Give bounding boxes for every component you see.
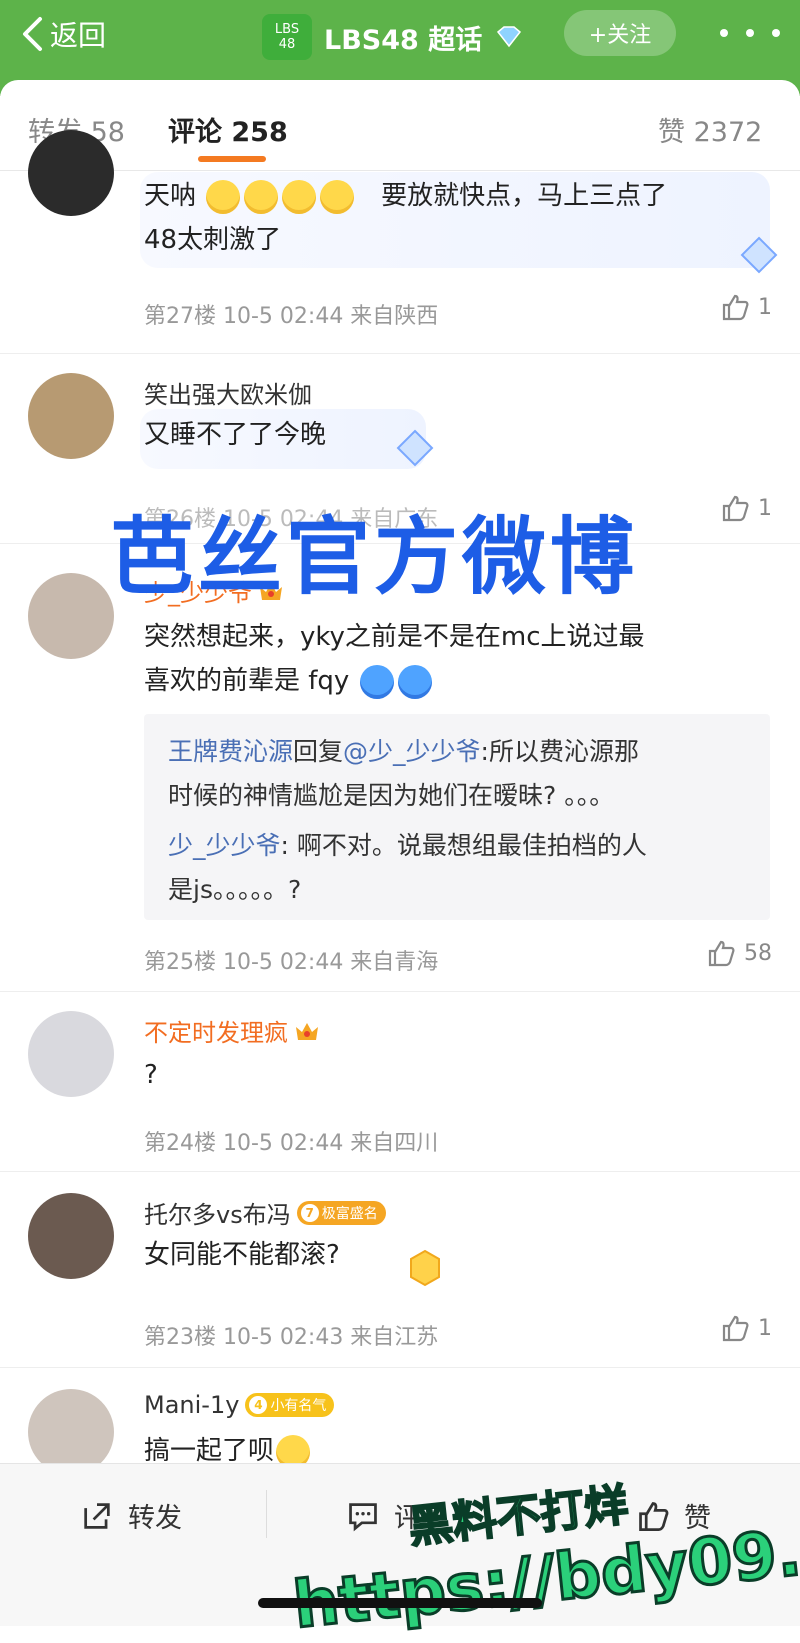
reply-item: 王牌费沁源回复@少_少少爷:所以费沁源那 时候的神情尴尬是因为她们在暧昧? 。。…: [168, 737, 639, 810]
comment-actions: 1: [652, 292, 772, 322]
comment-username[interactable]: 不定时发理疯: [144, 1013, 320, 1048]
emoji-icon: [397, 664, 432, 699]
watermark-text: 芭丝官方微博: [110, 508, 639, 606]
more-options-icon[interactable]: [720, 18, 780, 48]
like-button[interactable]: 1: [720, 292, 772, 322]
comment-meta: 第27楼 10-5 02:44 来自陕西: [144, 304, 439, 329]
tab-bar: 转发 58 评论 258 赞 2372: [0, 80, 800, 171]
comment-item: 不定时发理疯 ? 第24楼 10-5 02:44 来自四川: [0, 991, 800, 1172]
thumbs-up-icon: [639, 1501, 669, 1531]
comment-meta: 第23楼 10-5 02:43 来自江苏: [144, 1325, 439, 1350]
comment-icon: [349, 1502, 377, 1531]
avatar[interactable]: [28, 1193, 114, 1279]
avatar[interactable]: [28, 1011, 114, 1097]
back-button[interactable]: 返回: [20, 14, 106, 54]
emoji-icon: [320, 179, 355, 214]
level-badge: 7 极富盛名: [296, 1200, 386, 1225]
page-title: LBS48 超话: [324, 24, 483, 56]
avatar[interactable]: [28, 573, 114, 659]
home-indicator: [258, 1598, 542, 1608]
reply-username[interactable]: 王牌费沁源: [168, 737, 293, 766]
divider: [266, 1490, 267, 1538]
comment-username[interactable]: 托尔多vs布冯 7 极富盛名: [144, 1195, 386, 1230]
comment-text: 突然想起来，yky之前是不是在mc上说过最 喜欢的前辈是 fqy: [144, 615, 645, 703]
mention-link[interactable]: @少_少少爷: [343, 737, 481, 766]
comment-text: ?: [144, 1060, 158, 1090]
like-count: 1: [758, 1315, 772, 1341]
logo-line1: LBS: [274, 22, 300, 37]
gem-decoration-icon: [740, 236, 778, 274]
reply-username[interactable]: 少_少少爷: [168, 831, 281, 860]
comment-item: Mani-1y 4 小有名气 搞一起了呗: [0, 1367, 800, 1475]
avatar[interactable]: [28, 130, 114, 216]
like-button[interactable]: 58: [706, 938, 772, 968]
emoji-icon: [282, 179, 317, 214]
avatar[interactable]: [28, 373, 114, 459]
like-count: 1: [758, 294, 772, 320]
comment-text: 天呐 要放就快点，马上三点了 48太刺激了: [144, 179, 668, 255]
like-count: 58: [744, 940, 772, 966]
comment-actions: 1: [652, 1313, 772, 1343]
logo-line2: 48: [278, 37, 296, 52]
follow-button[interactable]: +关注: [564, 10, 676, 56]
comment-username[interactable]: Mani-1y 4 小有名气: [144, 1391, 335, 1419]
repost-button[interactable]: 转发: [80, 1496, 182, 1535]
level-badge: 4 小有名气: [245, 1393, 335, 1417]
comment-text: 又睡不了了今晚: [144, 420, 327, 450]
thumbs-up-icon: [722, 1315, 749, 1342]
active-tab-indicator: [198, 156, 266, 162]
share-icon: [84, 1502, 110, 1529]
supertopic-logo: LBS 48: [262, 14, 312, 60]
reply-item: 少_少少爷: 啊不对。说最想组最佳拍档的人 是js。。。。。?: [168, 831, 647, 904]
like-button[interactable]: 1: [720, 1313, 772, 1343]
comment-item: 天呐 要放就快点，马上三点了 48太刺激了 第27楼 10-5 02:44 来自…: [0, 130, 800, 354]
tab-comments[interactable]: 评论 258: [168, 110, 288, 149]
thumbs-up-icon: [708, 940, 735, 967]
emoji-icon: [206, 179, 241, 214]
like-button[interactable]: 1: [720, 493, 772, 523]
comment-actions: 58: [638, 938, 772, 968]
comment-text: 女同能不能都滚?: [144, 1240, 340, 1270]
tab-likes[interactable]: 赞 2372: [658, 110, 762, 149]
back-label: 返回: [50, 19, 107, 52]
comment-username[interactable]: 笑出强大欧米伽: [144, 375, 312, 410]
thumbs-up-icon: [722, 495, 749, 522]
supertopic-header[interactable]: LBS 48 LBS48 超话: [262, 14, 524, 60]
emoji-icon: [244, 179, 279, 214]
diamond-badge-icon: [497, 26, 522, 48]
emoji-icon: [359, 664, 394, 699]
comment-meta: 第24楼 10-5 02:44 来自四川: [144, 1131, 439, 1156]
crown-badge-icon: [296, 1022, 318, 1040]
reply-thread[interactable]: 王牌费沁源回复@少_少少爷:所以费沁源那 时候的神情尴尬是因为她们在暧昧? 。。…: [144, 714, 770, 920]
comment-meta: 第25楼 10-5 02:44 来自青海: [144, 950, 439, 975]
gem-decoration-icon: [410, 1249, 440, 1287]
comment-item: 托尔多vs布冯 7 极富盛名 女同能不能都滚? 第23楼 10-5 02:43 来…: [0, 1171, 800, 1368]
gem-decoration-icon: [396, 429, 434, 467]
comment-actions: 1: [686, 493, 772, 523]
like-count: 1: [758, 495, 772, 521]
thumbs-up-icon: [722, 294, 749, 321]
chevron-left-icon: [23, 17, 42, 51]
